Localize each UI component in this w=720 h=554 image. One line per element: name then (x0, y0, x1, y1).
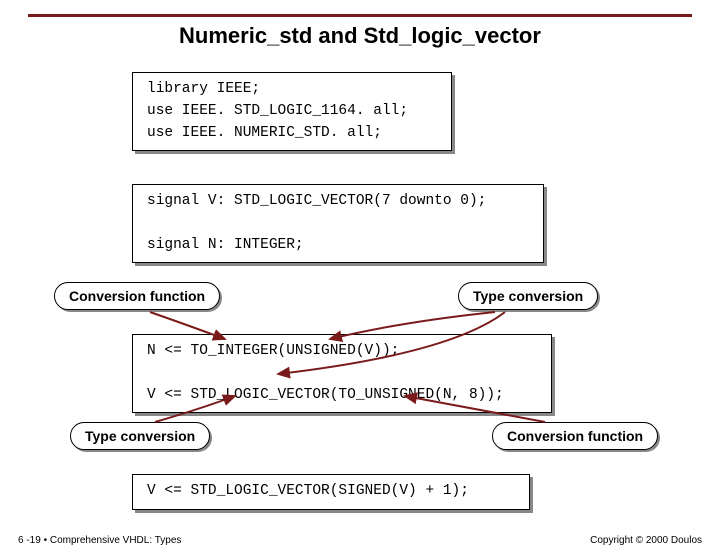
label-type-conversion-bottom: Type conversion (70, 422, 210, 450)
code-box-conversions: N <= TO_INTEGER(UNSIGNED(V)); V <= STD_L… (132, 334, 552, 413)
footer-left: 6 -19 • Comprehensive VHDL: Types (18, 535, 181, 546)
code-box-expression: V <= STD_LOGIC_VECTOR(SIGNED(V) + 1); (132, 474, 530, 510)
code-box-signals: signal V: STD_LOGIC_VECTOR(7 downto 0); … (132, 184, 544, 263)
horizontal-rule (28, 14, 692, 17)
label-type-conversion-top: Type conversion (458, 282, 598, 310)
footer-right: Copyright © 2000 Doulos (590, 535, 702, 546)
label-conversion-function-top: Conversion function (54, 282, 220, 310)
page-title: Numeric_std and Std_logic_vector (0, 23, 720, 49)
code-box-library: library IEEE; use IEEE. STD_LOGIC_1164. … (132, 72, 452, 151)
label-conversion-function-bottom: Conversion function (492, 422, 658, 450)
